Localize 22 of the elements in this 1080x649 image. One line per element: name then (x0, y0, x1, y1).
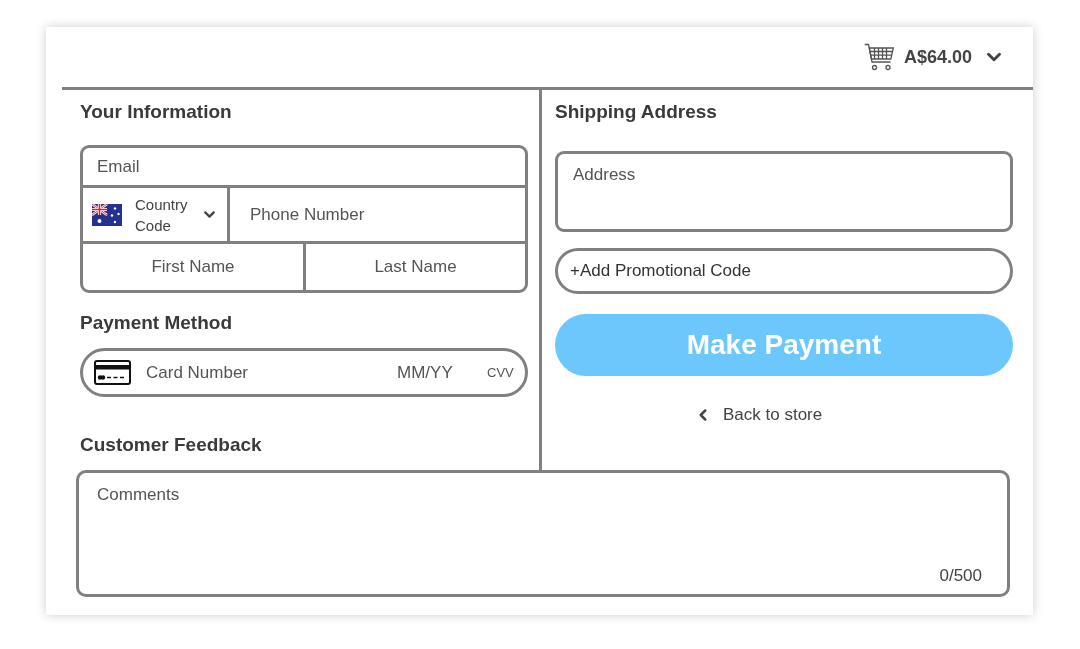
last-name-input[interactable]: Last Name (306, 244, 525, 290)
expiry-date-input[interactable]: MM/YY (397, 359, 459, 386)
phone-number-input[interactable]: Phone Number (230, 188, 525, 241)
cvv-input[interactable]: CVV (487, 362, 519, 383)
section-title: Shipping Address (555, 100, 717, 124)
card-details-field[interactable]: Card Number MM/YY CVV (80, 348, 528, 397)
add-promo-code-button[interactable]: +Add Promotional Code (555, 248, 1013, 294)
first-name-input[interactable]: First Name (83, 244, 306, 290)
character-counter: 0/500 (939, 566, 982, 586)
section-title: Your Information (80, 100, 232, 124)
back-to-store-link[interactable]: Back to store (694, 405, 823, 425)
card-number-input[interactable]: Card Number (146, 359, 382, 386)
contact-details-field-group[interactable]: Email Country Code Phone Number First Name Last Name (80, 145, 528, 293)
shopping-cart-icon (863, 43, 894, 71)
email-input[interactable]: Email (83, 148, 525, 188)
credit-card-icon (94, 360, 131, 385)
section-title: Customer Feedback (80, 433, 262, 457)
flag-icon (92, 203, 122, 226)
address-field[interactable]: Address (555, 151, 1013, 232)
order-summary-toggle[interactable]: A$64.00 (863, 43, 1005, 71)
country-code-select[interactable]: Country Code (83, 188, 230, 241)
section-title: Payment Method (80, 311, 233, 335)
